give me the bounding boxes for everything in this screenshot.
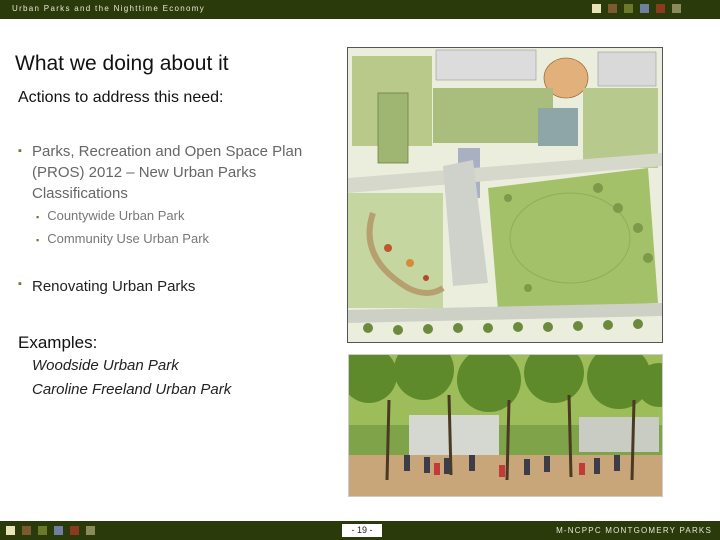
color-square bbox=[640, 4, 649, 13]
page-number: - 19 - bbox=[342, 524, 382, 537]
site-plan-drawing bbox=[348, 48, 662, 342]
color-square bbox=[86, 526, 95, 535]
color-square bbox=[70, 526, 79, 535]
color-square bbox=[6, 526, 15, 535]
color-square bbox=[672, 4, 681, 13]
footer-brand: M-NCPPC MONTGOMERY PARKS bbox=[556, 526, 712, 535]
bottom-bar: - 19 - M-NCPPC MONTGOMERY PARKS bbox=[0, 521, 720, 540]
header-color-squares bbox=[592, 4, 681, 13]
site-plan-image bbox=[347, 47, 663, 343]
sub-bullet-countywide: ▪ Countywide Urban Park bbox=[36, 208, 185, 223]
presentation-title: Urban Parks and the Nighttime Economy bbox=[12, 4, 206, 13]
sub-bullet-community: ▪ Community Use Urban Park bbox=[36, 231, 209, 246]
example-woodside: Woodside Urban Park bbox=[32, 357, 179, 374]
top-bar: Urban Parks and the Nighttime Economy bbox=[0, 0, 720, 19]
bullet-text: Renovating Urban Parks bbox=[32, 278, 196, 295]
bullet-icon: ▪ bbox=[18, 278, 22, 290]
bullet-icon: ▪ bbox=[36, 235, 40, 245]
color-square bbox=[656, 4, 665, 13]
color-square bbox=[22, 526, 31, 535]
example-caroline-freeland: Caroline Freeland Urban Park bbox=[32, 381, 232, 398]
color-square bbox=[608, 4, 617, 13]
slide-heading: What we doing about it bbox=[15, 52, 229, 75]
color-square bbox=[54, 526, 63, 535]
bullet-renovating: ▪ Renovating Urban Parks bbox=[18, 278, 195, 295]
color-square bbox=[592, 4, 601, 13]
footer-color-squares bbox=[6, 526, 95, 535]
park-photo bbox=[349, 355, 662, 496]
sub-bullet-text: Community Use Urban Park bbox=[47, 231, 210, 246]
slide-subheading: Actions to address this need: bbox=[18, 89, 224, 106]
color-square bbox=[38, 526, 47, 535]
bullet-icon: ▪ bbox=[36, 212, 40, 222]
bullet-pros-plan: ▪ Parks, Recreation and Open Space Plan … bbox=[18, 141, 318, 204]
sub-bullet-text: Countywide Urban Park bbox=[47, 208, 185, 223]
color-square bbox=[624, 4, 633, 13]
park-photo-image bbox=[348, 354, 663, 497]
bullet-text: Parks, Recreation and Open Space Plan (P… bbox=[32, 143, 303, 202]
bullet-icon: ▪ bbox=[18, 145, 22, 157]
examples-label: Examples: bbox=[18, 333, 98, 352]
